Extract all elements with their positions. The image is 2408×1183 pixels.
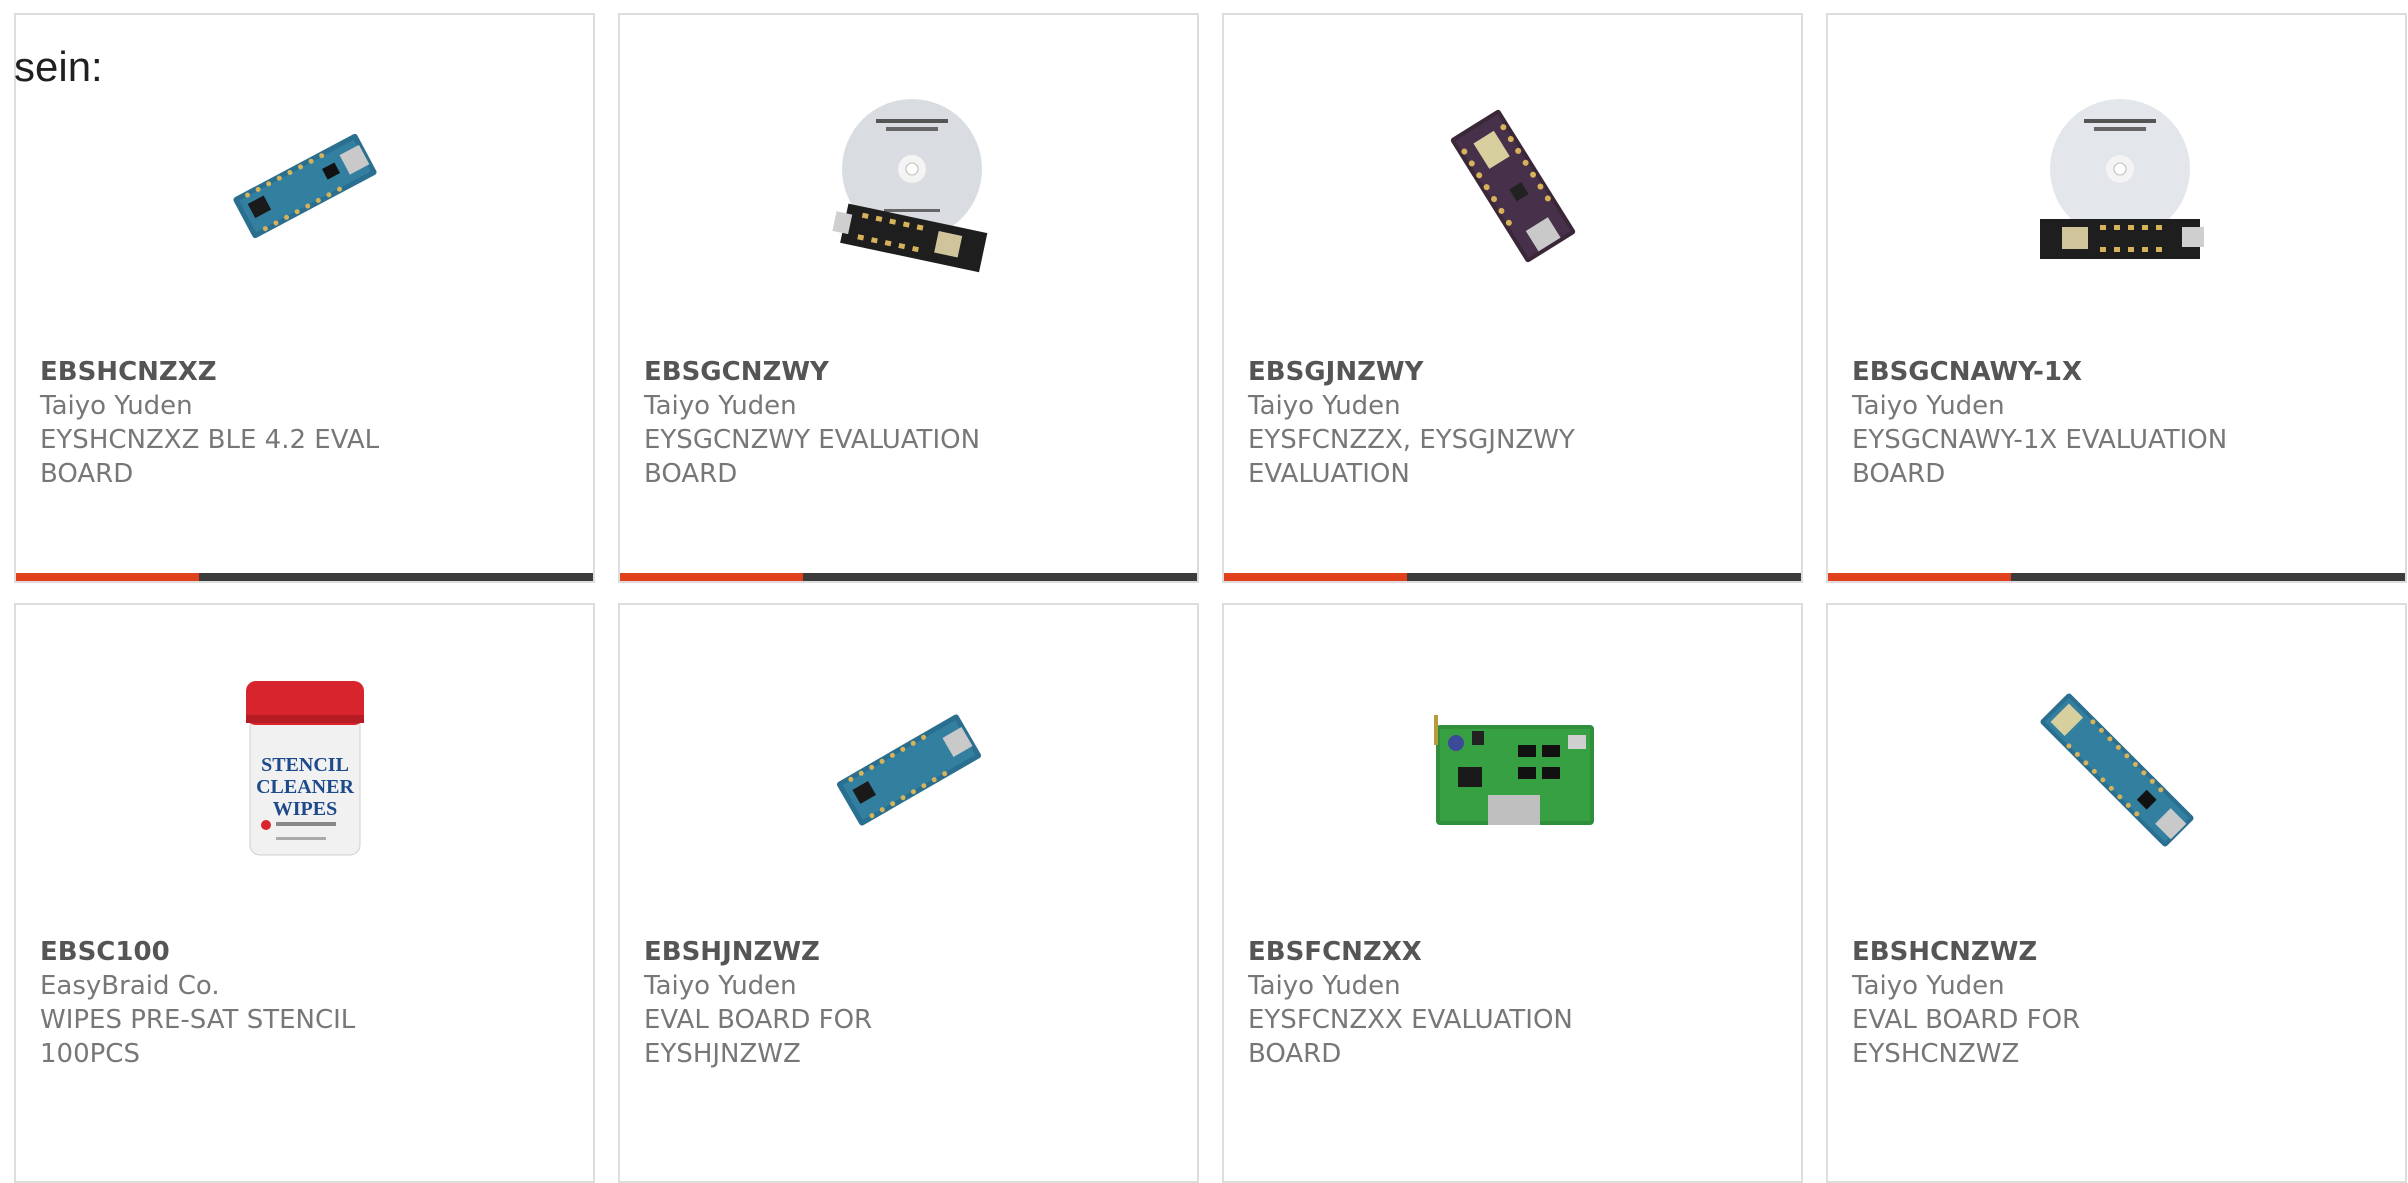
- manufacturer: Taiyo Yuden: [1248, 391, 1401, 421]
- blue-eval-board-image: [210, 91, 400, 281]
- manufacturer: Taiyo Yuden: [1248, 971, 1401, 1001]
- product-card[interactable]: EBSFCNZXX Taiyo Yuden EYSFCNZXX EVALUATI…: [1222, 603, 1803, 1183]
- svg-text:CLEANER: CLEANER: [256, 776, 354, 798]
- product-card[interactable]: EBSHCNZXZ Taiyo Yuden EYSHCNZXZ BLE 4.2 …: [14, 13, 595, 583]
- card-footer-bar: [1224, 573, 1801, 581]
- manufacturer: Taiyo Yuden: [40, 391, 193, 421]
- accent-bar: [620, 573, 803, 581]
- card-footer-bar: [1828, 573, 2405, 581]
- description: EYSFCNZZX, EYSGJNZWY EVALUATION: [1248, 425, 1575, 489]
- description: WIPES PRE-SAT STENCIL 100PCS: [40, 1005, 356, 1069]
- description: EYSGCNZWY EVALUATION BOARD: [644, 425, 981, 489]
- purple-eval-board-image: [1418, 91, 1608, 281]
- manufacturer: Taiyo Yuden: [1852, 391, 2005, 421]
- part-number[interactable]: EBSC100: [40, 935, 569, 969]
- intro-text: sein:: [14, 43, 103, 90]
- manufacturer: Taiyo Yuden: [1852, 971, 2005, 1001]
- long-blue-eval-board-image: [2022, 675, 2212, 865]
- part-number[interactable]: EBSHCNZXZ: [40, 355, 569, 389]
- green-eval-board-image: [1418, 675, 1608, 865]
- part-number[interactable]: EBSHJNZWZ: [644, 935, 1173, 969]
- stencil-wipes-tub-image: STENCIL CLEANER WIPES: [210, 675, 400, 865]
- product-card[interactable]: EBSHCNZWZ Taiyo Yuden EVAL BOARD FOR EYS…: [1826, 603, 2407, 1183]
- description: EVAL BOARD FOR EYSHCNZWZ: [1852, 1005, 2081, 1069]
- card-footer-bar: [16, 573, 593, 581]
- description: EYSGCNAWY-1X EVALUATION BOARD: [1852, 425, 2228, 489]
- cd-and-board-image: [2022, 91, 2212, 281]
- description: EVAL BOARD FOR EYSHJNZWZ: [644, 1005, 873, 1069]
- product-card[interactable]: EBSHJNZWZ Taiyo Yuden EVAL BOARD FOR EYS…: [618, 603, 1199, 1183]
- manufacturer: Taiyo Yuden: [644, 391, 797, 421]
- accent-bar: [1224, 573, 1407, 581]
- svg-text:STENCIL: STENCIL: [261, 754, 349, 776]
- cd-and-board-image: [814, 91, 1004, 281]
- accent-bar: [1828, 573, 2011, 581]
- description: EYSHCNZXZ BLE 4.2 EVAL BOARD: [40, 425, 380, 489]
- accent-bar: [16, 573, 199, 581]
- product-card[interactable]: EBSGCNZWY Taiyo Yuden EYSGCNZWY EVALUATI…: [618, 13, 1199, 583]
- card-footer-bar: [620, 573, 1197, 581]
- part-number[interactable]: EBSGCNAWY-1X: [1852, 355, 2381, 389]
- part-number[interactable]: EBSHCNZWZ: [1852, 935, 2381, 969]
- product-card[interactable]: STENCIL CLEANER WIPES EBSC100 EasyBraid …: [14, 603, 595, 1183]
- product-card[interactable]: EBSGCNAWY-1X Taiyo Yuden EYSGCNAWY-1X EV…: [1826, 13, 2407, 583]
- part-number[interactable]: EBSFCNZXX: [1248, 935, 1777, 969]
- manufacturer: EasyBraid Co.: [40, 971, 220, 1001]
- svg-text:WIPES: WIPES: [272, 798, 336, 820]
- product-card[interactable]: EBSGJNZWY Taiyo Yuden EYSFCNZZX, EYSGJNZ…: [1222, 13, 1803, 583]
- part-number[interactable]: EBSGCNZWY: [644, 355, 1173, 389]
- description: EYSFCNZXX EVALUATION BOARD: [1248, 1005, 1573, 1069]
- blue-eval-board-image: [814, 675, 1004, 865]
- part-number[interactable]: EBSGJNZWY: [1248, 355, 1777, 389]
- manufacturer: Taiyo Yuden: [644, 971, 797, 1001]
